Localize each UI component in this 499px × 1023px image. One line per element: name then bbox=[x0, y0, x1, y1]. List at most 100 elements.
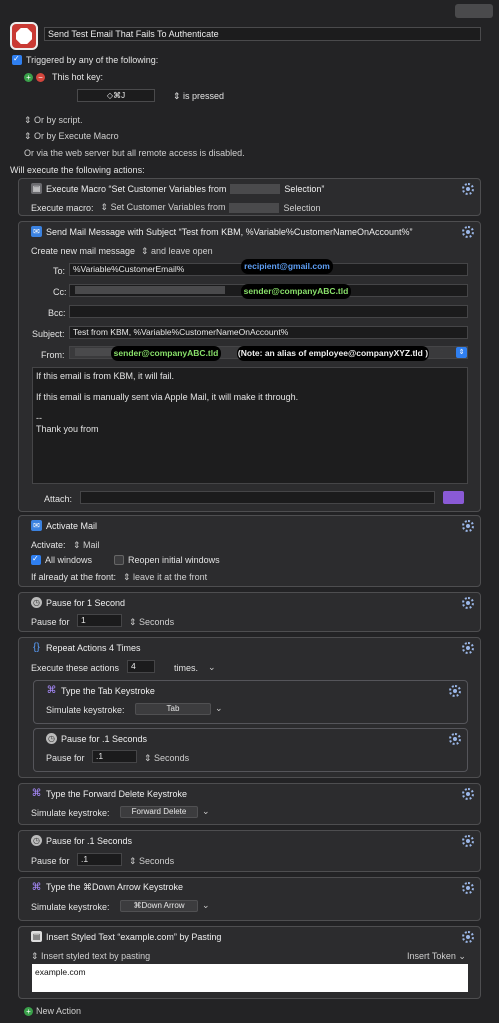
execute-macro-title-post: Selection” bbox=[284, 183, 325, 194]
to-label: To: bbox=[53, 266, 66, 276]
triggered-checkbox[interactable] bbox=[12, 55, 22, 65]
gear-icon[interactable] bbox=[462, 835, 474, 847]
pause-inner-unit-popup[interactable]: ⇕ Seconds bbox=[144, 753, 189, 764]
activate-app-label: Mail bbox=[83, 540, 100, 550]
create-mail-label: Create new mail message bbox=[31, 246, 136, 256]
bcc-field[interactable] bbox=[69, 305, 468, 318]
tab-keystroke-field[interactable]: Tab bbox=[135, 703, 211, 715]
pause-1-title: Pause for 1 Second bbox=[46, 597, 126, 608]
activate-app-popup[interactable]: ⇕ Mail bbox=[73, 540, 100, 551]
pause-inner-field[interactable]: .1 bbox=[92, 750, 137, 763]
down-arrow-title: Type the ⌘Down Arrow Keystroke bbox=[46, 882, 184, 892]
reopen-windows-checkbox[interactable] bbox=[114, 555, 125, 565]
gear-icon[interactable] bbox=[462, 788, 474, 800]
new-action-button[interactable]: + New Action bbox=[24, 1006, 81, 1016]
attach-label: Attach: bbox=[44, 494, 73, 504]
subject-field[interactable]: Test from KBM, %Variable%CustomerNameOnA… bbox=[69, 326, 468, 339]
command-key-icon: ⌘ bbox=[31, 788, 42, 799]
repeat-count-field[interactable]: 4 bbox=[127, 660, 155, 673]
macro-title-field[interactable]: Send Test Email That Fails To Authentica… bbox=[44, 27, 481, 41]
blurred-region bbox=[455, 4, 493, 18]
action-send-mail[interactable]: ✉ Send Mail Message with Subject “Test f… bbox=[18, 221, 481, 512]
hotkey-state-label: is pressed bbox=[183, 91, 225, 101]
chevron-updown-icon[interactable]: ⇕ bbox=[456, 347, 467, 358]
remove-trigger-icon[interactable]: − bbox=[36, 72, 45, 82]
insert-token-menu[interactable]: Insert Token ⌄ bbox=[407, 951, 466, 962]
clock-icon: ◷ bbox=[31, 597, 42, 608]
new-action-label: New Action bbox=[36, 1006, 82, 1016]
gear-icon[interactable] bbox=[462, 597, 474, 609]
body-line-2: If this email is manually sent via Apple… bbox=[36, 392, 299, 402]
stop-sign-icon[interactable] bbox=[10, 22, 38, 50]
pause-2-field[interactable]: .1 bbox=[77, 853, 122, 866]
gear-icon[interactable] bbox=[449, 685, 461, 697]
execute-macro-label: Execute macro: bbox=[31, 202, 94, 213]
insert-mode-label: Insert styled text by pasting bbox=[41, 951, 151, 961]
all-windows-checkbox[interactable] bbox=[31, 555, 41, 565]
chevron-down-icon[interactable]: ⌄ bbox=[208, 662, 216, 673]
clock-icon: ◷ bbox=[46, 733, 57, 744]
gear-icon[interactable] bbox=[449, 733, 461, 745]
chevron-down-icon[interactable]: ⌄ bbox=[215, 703, 223, 714]
insert-text-field[interactable]: example.com bbox=[32, 964, 468, 992]
create-mode-popup[interactable]: ⇕ and leave open bbox=[141, 246, 213, 257]
pause-2-unit-popup[interactable]: ⇕ Seconds bbox=[129, 856, 174, 867]
triggered-row: Triggered by any of the following: bbox=[12, 55, 158, 65]
or-by-execute-macro-label: Or by Execute Macro bbox=[34, 131, 119, 141]
forward-delete-field[interactable]: Forward Delete bbox=[120, 806, 198, 818]
chevron-down-icon[interactable]: ⌄ bbox=[202, 900, 210, 911]
from-annotation: sender@companyABC.tld bbox=[111, 346, 221, 361]
action-forward-delete[interactable]: ⌘ Type the Forward Delete Keystroke Simu… bbox=[18, 783, 481, 825]
insert-mode-popup[interactable]: ⇕ Insert styled text by pasting bbox=[31, 951, 150, 962]
to-annotation: recipient@gmail.com bbox=[241, 259, 333, 274]
attach-field[interactable] bbox=[80, 491, 435, 504]
action-down-arrow[interactable]: ⌘ Type the ⌘Down Arrow Keystroke Simulat… bbox=[18, 877, 481, 921]
hotkey-label: This hot key: bbox=[52, 72, 104, 82]
gear-icon[interactable] bbox=[462, 183, 474, 195]
cc-annotation: sender@companyABC.tld bbox=[241, 284, 351, 299]
reopen-windows-label: Reopen initial windows bbox=[128, 555, 220, 565]
attach-button[interactable] bbox=[443, 491, 464, 504]
or-by-script-label: Or by script. bbox=[34, 115, 83, 125]
gear-icon[interactable] bbox=[462, 931, 474, 943]
gear-icon[interactable] bbox=[462, 882, 474, 894]
chevron-down-icon[interactable]: ⌄ bbox=[202, 806, 210, 817]
gear-icon[interactable] bbox=[462, 520, 474, 532]
loop-icon: {} bbox=[33, 642, 40, 653]
pause-inner-title: Pause for .1 Seconds bbox=[61, 733, 148, 744]
add-trigger-icon[interactable]: + bbox=[24, 72, 33, 82]
hotkey-field[interactable]: ◇⌘J bbox=[77, 89, 155, 102]
action-insert-text[interactable]: ▤ Insert Styled Text “example.com” by Pa… bbox=[18, 926, 481, 999]
execute-macro-icon: ▤ bbox=[31, 183, 42, 194]
forward-delete-label: Simulate keystroke: bbox=[31, 808, 110, 818]
pause-1-field[interactable]: 1 bbox=[77, 614, 122, 627]
web-server-note: Or via the web server but all remote acc… bbox=[24, 148, 245, 158]
action-pause-2[interactable]: ◷ Pause for .1 Seconds Pause for .1 ⇕ Se… bbox=[18, 830, 481, 872]
body-line-4: Thank you from bbox=[36, 424, 99, 434]
document-icon: ▤ bbox=[31, 931, 42, 942]
execute-macro-popup[interactable]: ⇕ Set Customer Variables from bbox=[101, 202, 226, 213]
action-type-tab[interactable]: ⌘ Type the Tab Keystroke Simulate keystr… bbox=[33, 680, 468, 724]
if-front-label: If already at the front: bbox=[31, 572, 117, 582]
repeat-label: Execute these actions bbox=[31, 663, 120, 673]
hotkey-state-popup[interactable]: ⇕ is pressed bbox=[173, 91, 224, 102]
or-by-execute-macro[interactable]: ⇕ Or by Execute Macro bbox=[24, 131, 119, 142]
triggered-label: Triggered by any of the following: bbox=[26, 55, 159, 65]
message-body[interactable]: If this email is from KBM, it will fail.… bbox=[32, 367, 468, 484]
action-execute-macro[interactable]: ▤ Execute Macro “Set Customer Variables … bbox=[18, 178, 481, 216]
pause-inner-unit: Seconds bbox=[154, 753, 190, 763]
if-front-popup[interactable]: ⇕ leave it at the front bbox=[123, 572, 207, 583]
will-execute-label: Will execute the following actions: bbox=[10, 165, 145, 175]
down-arrow-label: Simulate keystroke: bbox=[31, 902, 110, 912]
action-pause-inner[interactable]: ◷ Pause for .1 Seconds Pause for .1 ⇕ Se… bbox=[33, 728, 468, 772]
action-pause-1[interactable]: ◷ Pause for 1 Second Pause for 1 ⇕ Secon… bbox=[18, 592, 481, 632]
command-key-icon: ⌘ bbox=[31, 882, 42, 893]
action-activate-mail[interactable]: ✉ Activate Mail Activate: ⇕ Mail All win… bbox=[18, 515, 481, 587]
gear-icon[interactable] bbox=[462, 642, 474, 654]
plus-icon: + bbox=[24, 1006, 33, 1016]
pause-1-unit-popup[interactable]: ⇕ Seconds bbox=[129, 617, 174, 628]
or-by-script[interactable]: ⇕ Or by script. bbox=[24, 115, 83, 126]
down-arrow-field[interactable]: ⌘Down Arrow bbox=[120, 900, 198, 912]
create-mode-label: and leave open bbox=[151, 246, 213, 256]
gear-icon[interactable] bbox=[462, 226, 474, 238]
